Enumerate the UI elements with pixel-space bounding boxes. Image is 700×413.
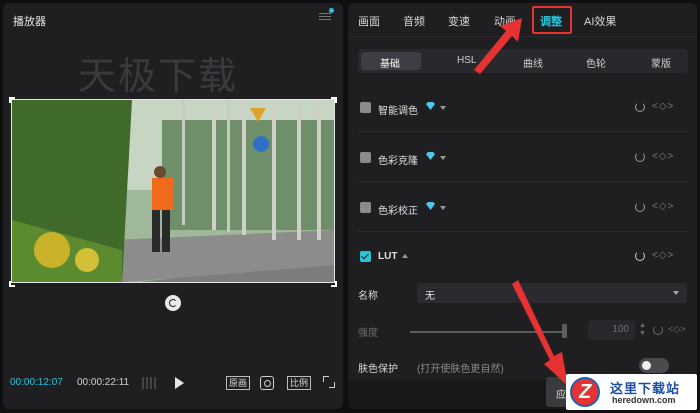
subtab-basic[interactable]: 基础 [380,55,400,70]
chevron-down-icon[interactable] [440,156,446,160]
lut-name-select[interactable]: 无 [417,283,687,303]
keyframe-nav[interactable]: <◇> [652,151,686,163]
reset-icon[interactable] [635,202,645,212]
snapshot-icon[interactable] [260,376,274,390]
section-color-clone[interactable]: 色彩克隆 <◇> [358,148,688,168]
crop-corner[interactable] [9,97,15,103]
subtab-curves[interactable]: 曲线 [523,55,543,70]
sub-tabs: 基础 HSL 曲线 色轮 蒙版 [358,49,688,73]
crop-corner[interactable] [331,281,337,287]
section-label: LUT [378,251,398,262]
main-tabs: 画面 音频 变速 动画 调整 AI效果 [348,3,697,37]
keyframe-nav[interactable]: <◇> [652,201,686,213]
reset-icon[interactable] [635,251,645,261]
strength-stepper[interactable]: ▲ ▼ [639,322,647,338]
divider [358,231,688,232]
ratio-button[interactable]: 比例 [287,376,312,390]
site-badge: Z 这里下载站 heredown.com [566,374,697,410]
section-lut[interactable]: LUT <◇> [358,247,688,267]
crop-corner[interactable] [9,281,15,287]
tab-speed[interactable]: 变速 [448,13,470,29]
chevron-down-icon[interactable] [440,106,446,110]
crop-corner[interactable] [331,97,337,103]
tab-animation[interactable]: 动画 [494,13,516,29]
tab-picture[interactable]: 画面 [358,13,380,29]
smart-color-checkbox[interactable] [360,102,371,113]
diamond-icon [426,152,435,160]
menu-icon[interactable] [319,11,331,23]
divider [358,131,688,132]
notification-dot [329,8,334,13]
site-logo-icon: Z [570,377,600,407]
highlight-box [532,6,572,34]
keyframe-nav[interactable]: <◇> [668,324,685,335]
keyframe-nav[interactable]: <◇> [652,101,686,113]
diamond-icon [426,202,435,210]
strength-input[interactable]: 100 [588,320,635,340]
strength-value: 100 [612,324,629,335]
skin-protect-hint: (打开使肤色更自然) [417,364,504,375]
chevron-up-icon[interactable] [402,254,408,258]
original-button[interactable]: 原画 [226,376,251,390]
watermark-text: 天极下载 [78,54,239,98]
reset-icon[interactable] [653,325,663,335]
color-correct-checkbox[interactable] [360,202,371,213]
video-preview[interactable] [11,99,335,283]
player-controls: 00:00:12:07 00:00:22:11 原画 比例 [3,373,343,393]
diamond-icon [426,102,435,110]
divider [358,181,688,182]
lut-checkbox[interactable] [360,251,371,262]
keyframe-nav[interactable]: <◇> [652,250,686,262]
subtab-color-wheel[interactable]: 色轮 [586,55,606,70]
subtab-mask[interactable]: 蒙版 [651,55,671,70]
chevron-down-icon[interactable] [440,206,446,210]
name-label: 名称 [358,291,378,302]
site-url: heredown.com [612,395,676,405]
play-icon[interactable] [175,377,184,389]
player-title: 播放器 [13,16,46,28]
section-label: 色彩克隆 [378,156,418,167]
strength-label: 强度 [358,328,378,339]
strength-slider[interactable] [410,331,565,333]
tab-ai-effects[interactable]: AI效果 [584,13,616,29]
fullscreen-icon[interactable] [323,376,335,388]
rotate-icon[interactable] [165,295,181,311]
reset-icon[interactable] [635,102,645,112]
chevron-down-icon [673,291,679,295]
section-smart-color[interactable]: 智能调色 <◇> [358,98,688,118]
current-time: 00:00:12:07 [10,377,63,388]
properties-panel: 画面 音频 变速 动画 调整 AI效果 基础 HSL 曲线 色轮 蒙版 智能调色… [348,3,697,409]
waveform-icon[interactable] [142,377,160,389]
section-color-correct[interactable]: 色彩校正 <◇> [358,198,688,218]
section-label: 智能调色 [378,106,418,117]
skin-protect-label: 肤色保护 [358,364,398,375]
player-panel: 播放器 天极下载 00:00:12:07 00:00:22:11 原画 比例 [3,3,343,409]
reset-icon[interactable] [635,152,645,162]
skin-protect-toggle[interactable] [639,358,669,373]
color-clone-checkbox[interactable] [360,152,371,163]
lut-name-value: 无 [425,291,435,302]
tab-audio[interactable]: 音频 [403,13,425,29]
total-time: 00:00:22:11 [77,377,130,388]
section-label: 色彩校正 [378,206,418,217]
subtab-hsl[interactable]: HSL [457,55,476,66]
slider-thumb[interactable] [562,324,567,338]
